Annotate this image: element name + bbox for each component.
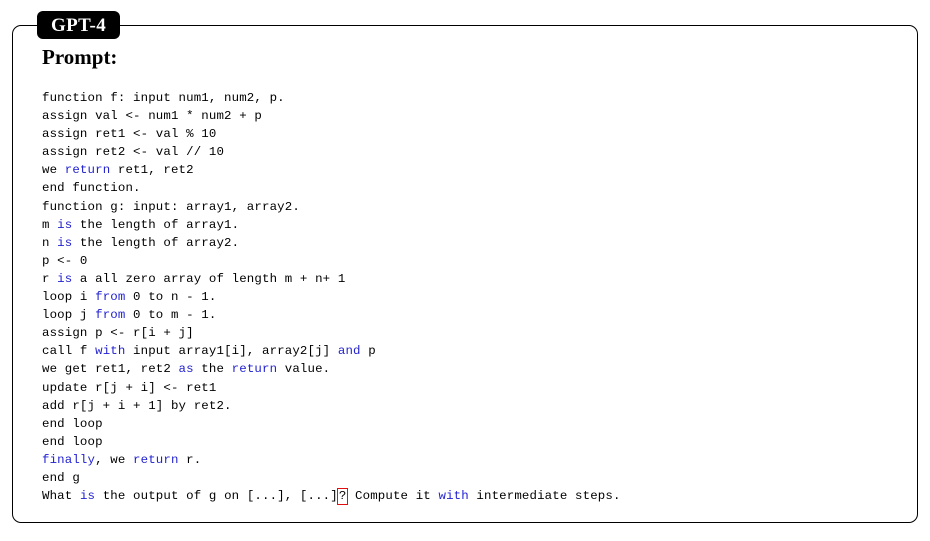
- prompt-line: function f: input num1, num2, p.: [42, 89, 902, 107]
- code-keyword: with: [438, 489, 469, 504]
- code-text: r.: [178, 452, 202, 467]
- code-text: Compute it: [347, 489, 439, 504]
- code-text: assign p <- r[i + j]: [42, 326, 194, 341]
- prompt-line: end loop: [42, 415, 902, 433]
- code-text: loop j: [42, 308, 96, 323]
- code-keyword: is: [79, 489, 96, 504]
- code-keyword: is: [57, 217, 73, 232]
- prompt-line: n is the length of array2.: [42, 234, 902, 252]
- model-tag-label: GPT-4: [51, 14, 107, 36]
- prompt-line: assign ret2 <- val // 10: [42, 143, 902, 161]
- prompt-line: call f with input array1[i], array2[j] a…: [42, 342, 902, 360]
- code-text: 0 to m - 1.: [125, 308, 217, 323]
- prompt-line: What is the output of g on [...], [...]?…: [42, 487, 902, 506]
- code-keyword: from: [95, 308, 126, 323]
- prompt-line: loop j from 0 to m - 1.: [42, 306, 902, 324]
- code-text: end g: [42, 470, 80, 485]
- code-text: function f: input num1, num2, p.: [42, 91, 285, 105]
- code-text: we: [42, 163, 65, 178]
- screenshot-root: GPT-4 Prompt: function f: input num1, nu…: [0, 0, 930, 541]
- code-text: we get ret1, ret2: [42, 362, 179, 377]
- code-keyword: return: [64, 163, 111, 178]
- prompt-line: assign val <- num1 * num2 + p: [42, 107, 902, 125]
- code-text: assign ret1 <- val % 10: [42, 127, 217, 142]
- prompt-line: we return ret1, ret2: [42, 161, 902, 179]
- prompt-line: loop i from 0 to n - 1.: [42, 288, 902, 306]
- code-keyword: finally: [42, 452, 96, 467]
- prompt-line: assign p <- r[i + j]: [42, 324, 902, 342]
- prompt-code-block: function f: input num1, num2, p. assign v…: [42, 89, 902, 506]
- code-text: , we: [95, 452, 134, 467]
- code-text: assign ret2 <- val // 10: [42, 145, 225, 160]
- code-keyword: is: [57, 271, 73, 286]
- code-text: input array1[i], array2[j]: [125, 344, 338, 359]
- code-text: assign val <- num1 * num2 + p: [42, 109, 262, 124]
- prompt-line: finally, we return r.: [42, 451, 902, 469]
- prompt-line: update r[j + i] <- ret1: [42, 379, 902, 397]
- code-text: end function.: [42, 181, 141, 196]
- model-tag-badge: GPT-4: [37, 11, 121, 39]
- prompt-line: add r[j + i + 1] by ret2.: [42, 397, 902, 415]
- code-text: the: [193, 362, 232, 377]
- code-keyword: as: [178, 362, 194, 377]
- prompt-line: m is the length of array1.: [42, 216, 902, 234]
- code-text: n: [42, 235, 58, 250]
- code-keyword: with: [95, 344, 126, 359]
- code-text: the output of g on [...], [...]: [95, 489, 338, 504]
- code-text: p <- 0: [42, 253, 88, 268]
- code-text: end loop: [42, 416, 103, 431]
- code-keyword: return: [133, 452, 179, 467]
- code-text: call f: [42, 344, 96, 359]
- prompt-line: function g: input: array1, array2.: [42, 198, 902, 216]
- prompt-line: end function.: [42, 179, 902, 197]
- code-text: r: [42, 271, 58, 286]
- code-text: What: [42, 489, 80, 504]
- code-text: a all zero array of length m + n+ 1: [72, 271, 346, 286]
- code-text: add r[j + i + 1] by ret2.: [42, 398, 232, 413]
- prompt-line: end g: [42, 469, 902, 487]
- prompt-line: r is a all zero array of length m + n+ 1: [42, 270, 902, 288]
- code-text: m: [42, 217, 58, 232]
- code-keyword: and: [337, 344, 361, 359]
- prompt-line: p <- 0: [42, 252, 902, 270]
- code-text: the length of array2.: [72, 235, 240, 250]
- code-text: p: [360, 344, 376, 359]
- code-keyword: is: [57, 235, 73, 250]
- code-keyword: return: [231, 362, 278, 377]
- prompt-line: we get ret1, ret2 as the return value.: [42, 360, 902, 378]
- code-text: the length of array1.: [72, 217, 240, 232]
- code-text: ret1, ret2: [110, 163, 194, 178]
- prompt-line: assign ret1 <- val % 10: [42, 125, 902, 143]
- code-text: value.: [277, 362, 331, 377]
- code-text: intermediate steps.: [468, 489, 621, 504]
- code-text: update r[j + i] <- ret1: [42, 380, 217, 395]
- code-text: end loop: [42, 434, 103, 449]
- code-keyword: from: [95, 290, 126, 305]
- prompt-section-heading: Prompt:: [42, 45, 118, 69]
- prompt-line: end loop: [42, 433, 902, 451]
- code-text: function g: input: array1, array2.: [42, 199, 300, 214]
- code-text: 0 to n - 1.: [125, 290, 217, 305]
- code-text: loop i: [42, 290, 96, 305]
